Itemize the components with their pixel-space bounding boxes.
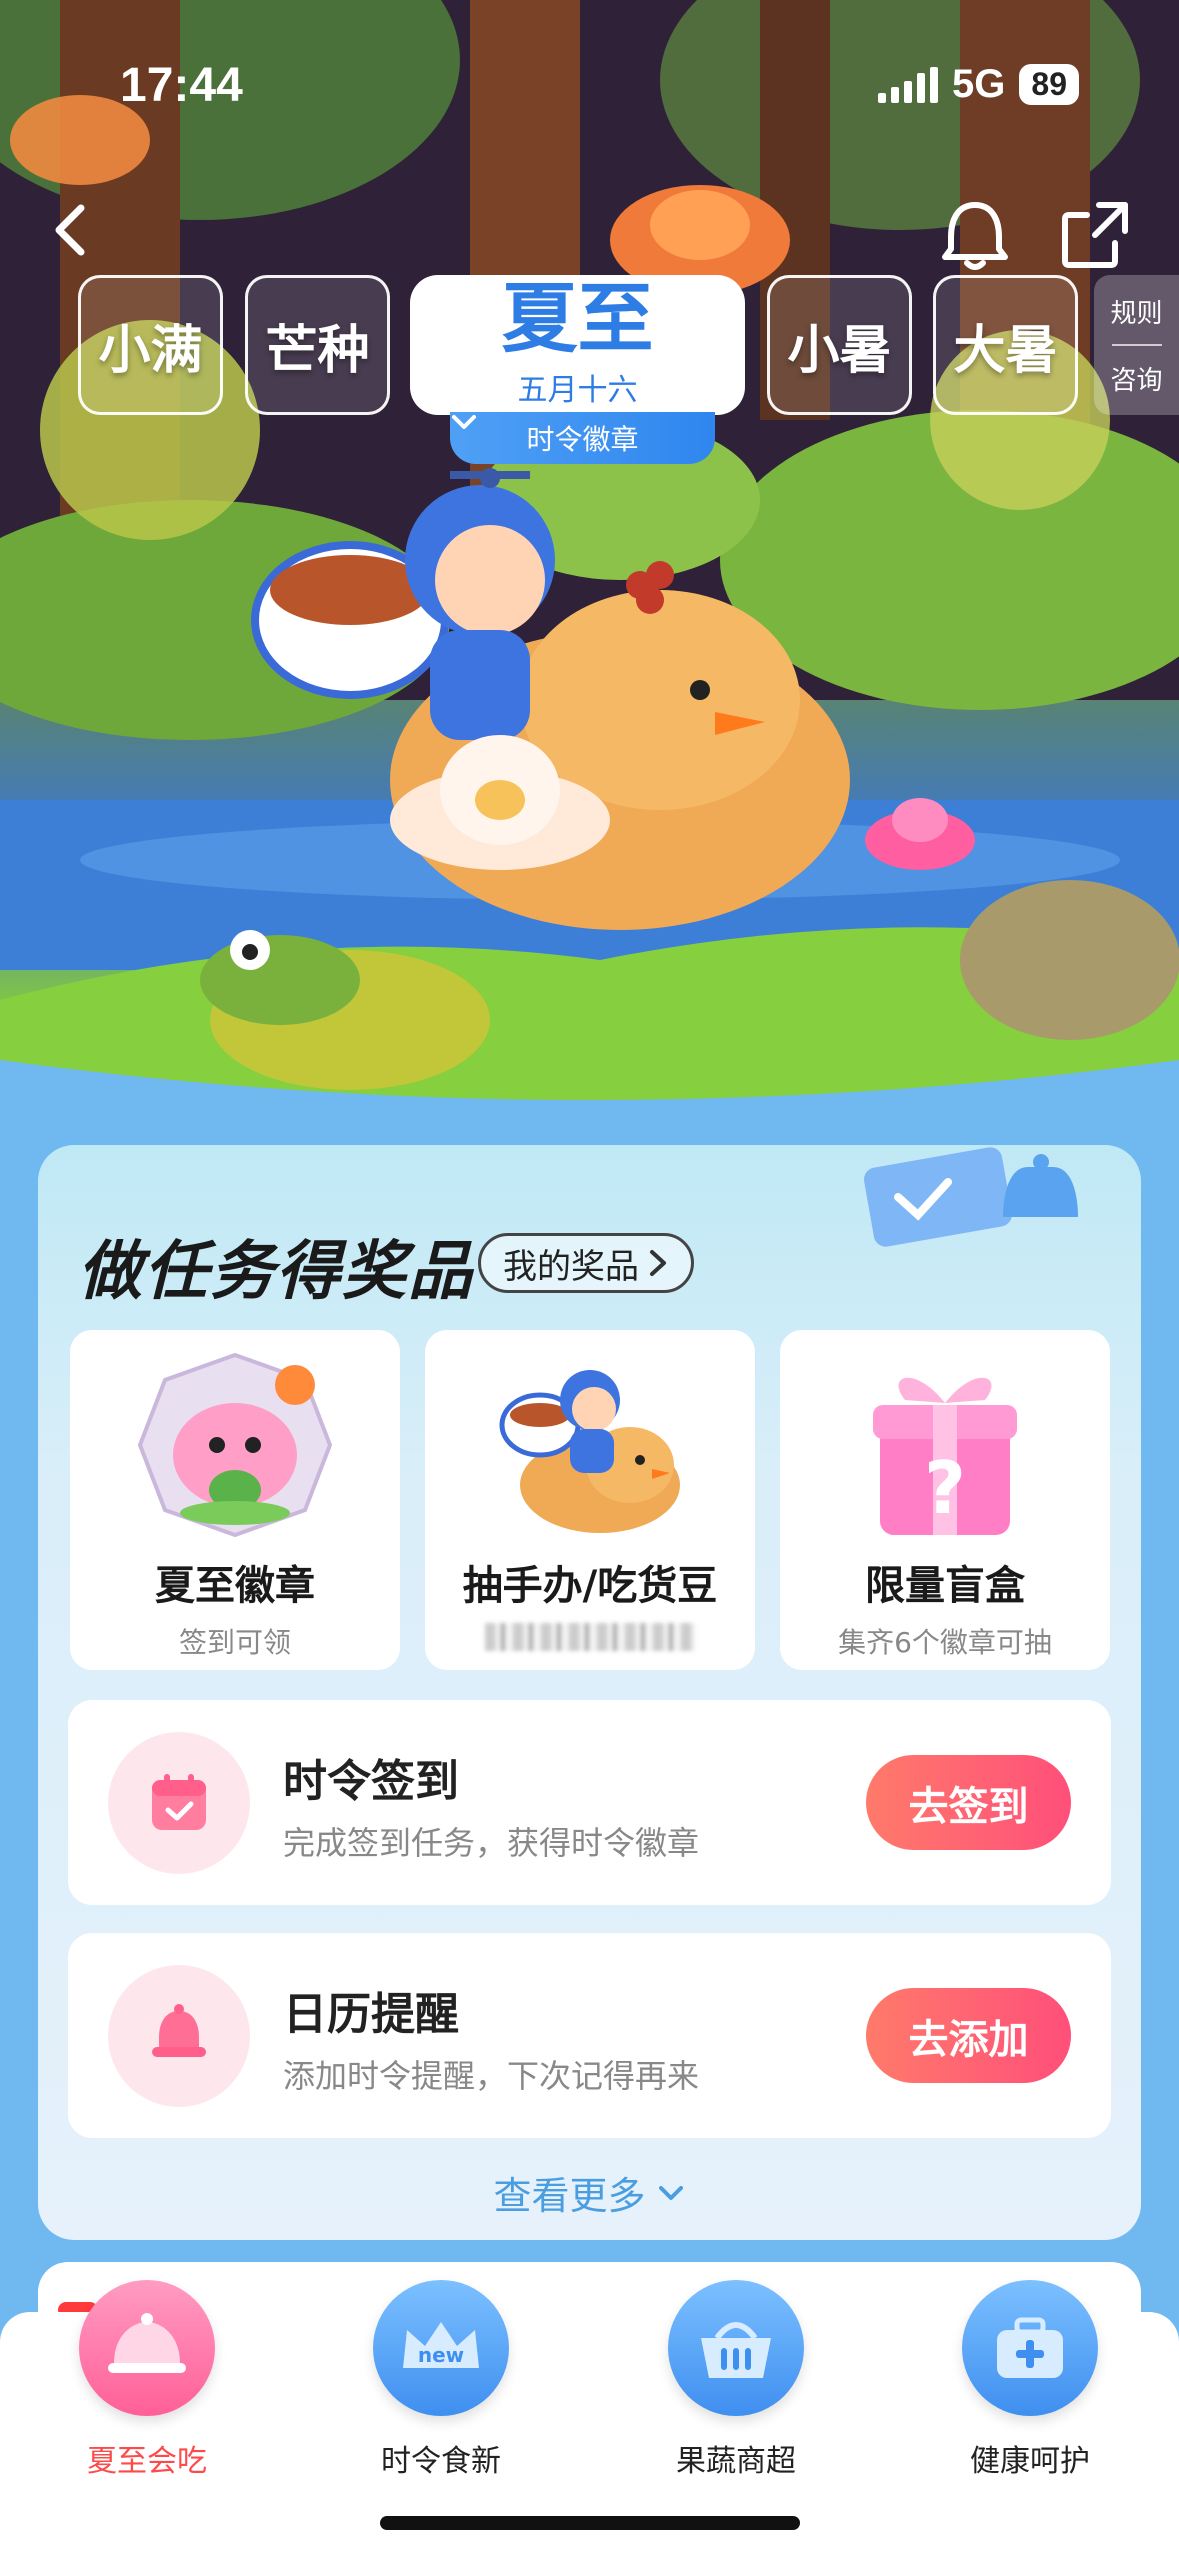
bell-icon (152, 2004, 206, 2057)
prize-card-figure[interactable]: 抽手办/吃货豆 (425, 1330, 755, 1670)
nav-item-xiazhi[interactable]: 夏至会吃 (27, 2280, 267, 2480)
medkit-icon (962, 2280, 1098, 2416)
term-tab-dashu[interactable]: 大暑 (933, 275, 1078, 415)
prize-name: 抽手办/吃货豆 (462, 1563, 718, 1609)
panel-title: 做任务得奖品 (78, 1235, 474, 1309)
status-time: 17:44 (120, 59, 243, 112)
prize-card-badge[interactable]: 夏至徽章 签到可领 (70, 1330, 400, 1670)
task-subtitle: 添加时令提醒，下次记得再来 (283, 2057, 700, 2095)
nav-label: 健康呵护 (970, 2444, 1090, 2479)
status-bar-right: 5G 89 (878, 62, 1079, 107)
see-more-button[interactable]: 查看更多 (38, 2165, 1141, 2220)
checkin-button[interactable]: 去签到 (866, 1755, 1071, 1850)
nav-label: 时令食新 (381, 2444, 501, 2479)
task-row-checkin: 时令签到 完成签到任务，获得时令徽章 去签到 (68, 1700, 1111, 1905)
chevron-down-icon (658, 2185, 683, 2200)
summer-solstice-scene (0, 0, 1179, 1110)
task-row-reminder: 日历提醒 添加时令提醒，下次记得再来 去添加 (68, 1933, 1111, 2138)
active-term-name: 夏至 (501, 274, 654, 363)
see-more-label: 查看更多 (493, 2174, 646, 2218)
seasonal-badge-label: 时令徽章 (526, 423, 639, 456)
nav-item-grocery[interactable]: 果蔬商超 (616, 2280, 856, 2480)
rules-consult-panel: 规则 咨询 (1094, 275, 1179, 415)
task-reward-panel: 做任务得奖品 我的奖品 夏至徽章 签到可领 抽手办/吃货豆 ? 限量盲盒 集齐6… (38, 1145, 1141, 2240)
nav-label: 夏至会吃 (87, 2444, 207, 2479)
network-type: 5G (952, 62, 1006, 106)
bell-icon (942, 202, 1008, 270)
task-subtitle: 完成签到任务，获得时令徽章 (283, 1824, 700, 1862)
my-prizes-label: 我的奖品 (503, 1246, 639, 1287)
task-icon-container (108, 1965, 250, 2107)
svg-text:new: new (418, 2343, 464, 2367)
prize-desc-blurred (485, 1623, 695, 1651)
my-prizes-button[interactable]: 我的奖品 (478, 1233, 694, 1293)
ticket-bell-decoration (864, 1147, 1078, 1247)
rules-link[interactable]: 规则 (1110, 293, 1162, 330)
prize-name: 夏至徽章 (155, 1563, 315, 1609)
seasonal-badge-dropdown[interactable]: 时令徽章 (450, 412, 715, 464)
basket-icon (668, 2280, 804, 2416)
task-title: 日历提醒 (283, 1989, 459, 2040)
signal-icon (878, 66, 939, 103)
nav-item-health[interactable]: 健康呵护 (910, 2280, 1150, 2480)
crown-new-icon: new (373, 2280, 509, 2416)
prize-desc: 签到可领 (178, 1626, 291, 1659)
term-tab-mangzhong[interactable]: 芒种 (245, 275, 390, 415)
consult-link[interactable]: 咨询 (1110, 360, 1162, 397)
chevron-right-icon (650, 1250, 666, 1276)
figure-toy-icon (499, 1370, 680, 1533)
share-icon (1062, 202, 1128, 268)
chevron-left-icon (55, 204, 85, 256)
svg-text:?: ? (924, 1446, 966, 1530)
nav-label: 果蔬商超 (676, 2444, 796, 2479)
prize-card-blindbox[interactable]: ? 限量盲盒 集齐6个徽章可抽 (780, 1330, 1110, 1670)
term-tab-xiaoshu[interactable]: 小暑 (767, 275, 912, 415)
cloche-icon (79, 2280, 215, 2416)
calendar-icon (152, 1774, 206, 1830)
hero-banner: 17:44 5G 89 小满 芒种 夏至 五月十六 时令徽章 小暑 大暑 规则 … (0, 0, 1179, 1110)
term-tab-xiaoman[interactable]: 小满 (78, 275, 223, 415)
add-reminder-button[interactable]: 去添加 (866, 1988, 1071, 2083)
task-icon-container (108, 1732, 250, 1874)
chevron-down-icon (452, 415, 476, 429)
active-term-date: 五月十六 (517, 373, 638, 408)
mystery-box-icon: ? (873, 1377, 1017, 1535)
nav-item-seasonal-new[interactable]: new 时令食新 (321, 2280, 561, 2480)
home-indicator[interactable] (380, 2516, 800, 2530)
task-title: 时令签到 (283, 1756, 459, 1807)
prize-name: 限量盲盒 (865, 1563, 1025, 1609)
rules-divider (1111, 344, 1162, 346)
term-tab-xiazhi-active[interactable]: 夏至 五月十六 (410, 275, 745, 415)
prize-desc: 集齐6个徽章可抽 (838, 1626, 1052, 1659)
solstice-badge-icon (137, 1352, 333, 1538)
battery-level: 89 (1019, 64, 1079, 105)
